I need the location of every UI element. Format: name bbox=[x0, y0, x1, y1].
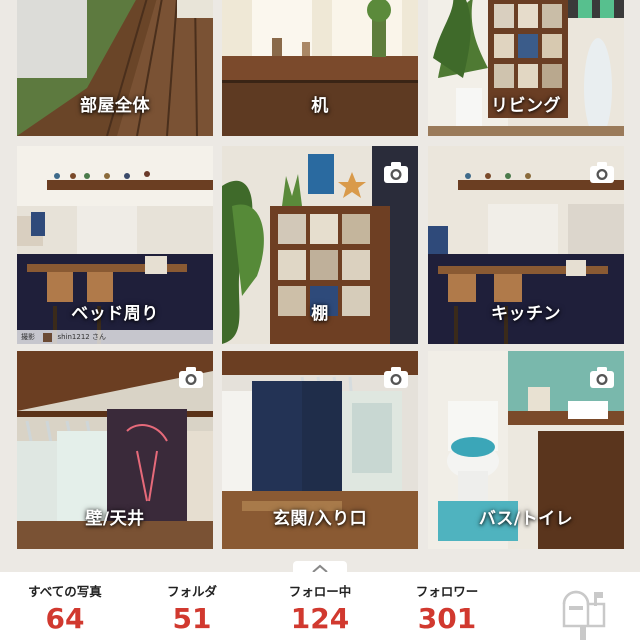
stat-label: フォルダ bbox=[166, 584, 217, 599]
stat-following[interactable]: フォロー中 124 bbox=[273, 572, 367, 635]
folder-tile-room[interactable]: 部屋全体 bbox=[17, 0, 213, 136]
photo-credit: 撮影 shin1212 さん bbox=[17, 330, 213, 344]
stat-value: 64 bbox=[45, 602, 85, 635]
camera-icon bbox=[179, 367, 203, 388]
folder-label: リビング bbox=[491, 96, 561, 116]
camera-icon bbox=[590, 367, 614, 388]
folder-label: バス/トイレ bbox=[478, 509, 574, 529]
folder-tile-kitchen[interactable]: キッチン bbox=[428, 146, 624, 344]
stat-label: すべての写真 bbox=[28, 584, 102, 599]
stat-all-photos[interactable]: すべての写真 64 bbox=[18, 572, 112, 635]
credit-user[interactable]: shin1212 bbox=[57, 333, 89, 341]
folder-tile-bath[interactable]: バス/トイレ bbox=[428, 351, 624, 549]
folder-tile-desk[interactable]: 机 bbox=[222, 0, 418, 136]
folder-tile-shelf[interactable]: 棚 bbox=[222, 146, 418, 344]
stat-value: 51 bbox=[172, 602, 212, 635]
camera-icon bbox=[590, 162, 614, 183]
folder-label: 机 bbox=[311, 96, 329, 116]
folder-tile-wall[interactable]: 壁/天井 bbox=[17, 351, 213, 549]
credit-suffix: さん bbox=[91, 333, 106, 341]
mailbox-icon[interactable] bbox=[558, 584, 610, 640]
folder-tile-living[interactable]: リビング bbox=[428, 0, 624, 136]
folder-label: ベッド周り bbox=[71, 304, 159, 324]
profile-stats-bar: すべての写真 64 フォルダ 51 フォロー中 124 フォロワー 301 bbox=[0, 572, 640, 640]
folder-tile-entrance[interactable]: 玄関/入り口 bbox=[222, 351, 418, 549]
folder-label: 壁/天井 bbox=[85, 509, 145, 529]
camera-icon bbox=[384, 367, 408, 388]
stat-label: フォロワー bbox=[415, 584, 479, 599]
folder-label: 玄関/入り口 bbox=[272, 509, 368, 529]
stat-value: 124 bbox=[290, 602, 350, 635]
credit-prefix: 撮影 bbox=[21, 333, 35, 341]
folder-tile-bed[interactable]: ベッド周り 撮影 shin1212 さん bbox=[17, 146, 213, 344]
stat-folders[interactable]: フォルダ 51 bbox=[147, 572, 237, 635]
folder-label: 棚 bbox=[311, 304, 329, 324]
stat-followers[interactable]: フォロワー 301 bbox=[400, 572, 494, 635]
folder-label: キッチン bbox=[491, 304, 561, 324]
folder-grid: 部屋全体 机 リビング ベッド周り 撮影 shin1212 さん 棚 キッチン … bbox=[0, 0, 640, 560]
folder-label: 部屋全体 bbox=[80, 96, 150, 116]
stat-value: 301 bbox=[417, 602, 477, 635]
camera-icon bbox=[384, 162, 408, 183]
stat-label: フォロー中 bbox=[288, 584, 352, 599]
avatar bbox=[43, 332, 53, 342]
